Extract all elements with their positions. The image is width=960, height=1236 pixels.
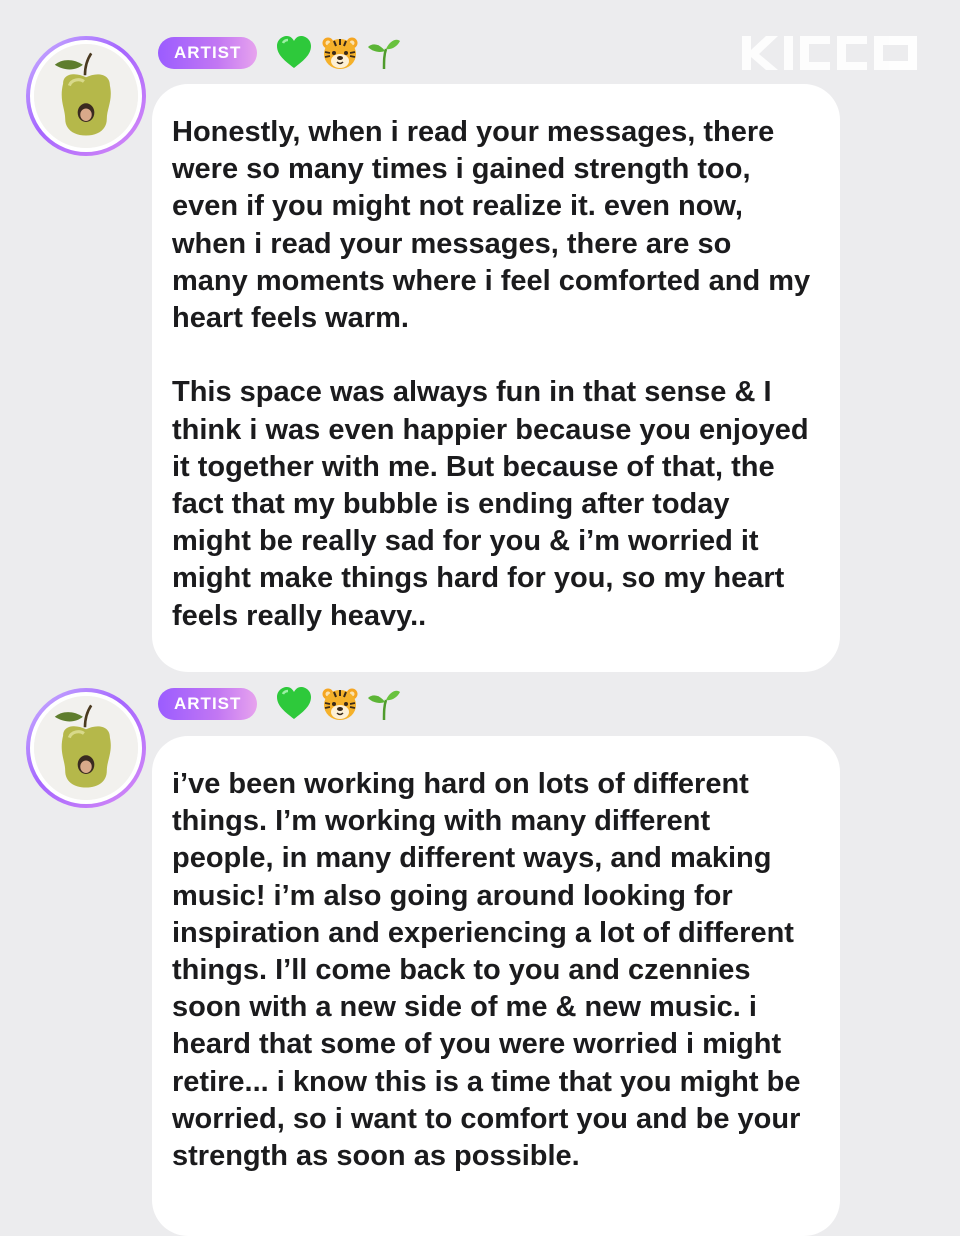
artist-avatar[interactable] <box>26 36 146 156</box>
message-bubble: Honestly, when i read your messages, the… <box>152 84 840 672</box>
tiger-face-icon <box>322 37 358 69</box>
green-heart-icon <box>277 687 312 719</box>
artist-avatar[interactable] <box>26 688 146 808</box>
emoji-set <box>275 35 409 71</box>
message-bubble: i’ve been working hard on lots of differ… <box>152 736 840 1236</box>
emoji-set <box>275 686 409 722</box>
artist-badge: ARTIST <box>158 37 258 69</box>
message-text: Honestly, when i read your messages, the… <box>172 116 811 632</box>
tiger-face-icon <box>322 688 358 720</box>
message-header: ARTIST <box>158 35 409 71</box>
message-header: ARTIST <box>158 686 409 722</box>
artist-badge: ARTIST <box>158 688 258 720</box>
seedling-icon <box>368 690 401 721</box>
kitto-watermark-logo <box>742 34 917 72</box>
seedling-icon <box>368 39 401 70</box>
green-heart-icon <box>277 36 312 68</box>
message-text: i’ve been working hard on lots of differ… <box>172 768 801 1173</box>
